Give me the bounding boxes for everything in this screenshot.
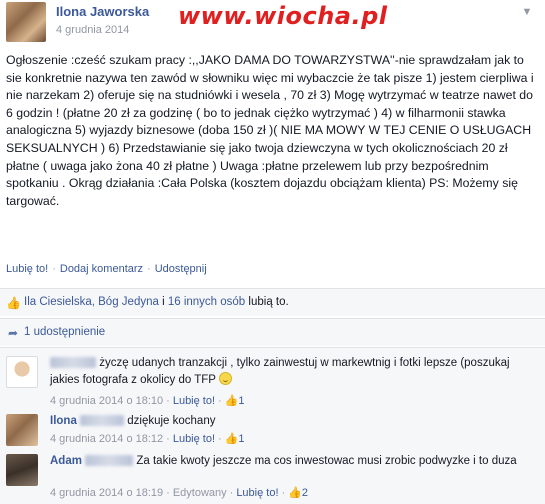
commenter-name[interactable]: Ilona [50, 415, 77, 427]
likes-conjunction: i [158, 296, 168, 308]
comment-like-count[interactable]: 1 [238, 395, 244, 407]
share-link[interactable]: Udostępnij [155, 263, 207, 275]
thumbs-up-icon: 👍 [224, 433, 239, 445]
likes-suffix: lubią to. [245, 296, 289, 308]
smiley-icon [218, 371, 232, 385]
author-avatar[interactable] [6, 2, 46, 42]
comment-text: Za takie kwoty jeszcze ma cos inwestowac… [136, 455, 517, 467]
comment-item: życzę udanych tranzakcji , tylko zainwes… [0, 356, 545, 412]
liker-names[interactable]: Ila Ciesielska, Bóg Jedyna [24, 296, 159, 308]
comment-link[interactable]: Dodaj komentarz [60, 263, 143, 275]
comment-like-link[interactable]: Lubię to! [236, 487, 278, 499]
others-link[interactable]: 16 innych osób [168, 296, 245, 308]
edited-label[interactable]: Edytowany [173, 487, 227, 499]
separator: · [52, 263, 56, 275]
comment-date[interactable]: 4 grudnia 2014 o 18:19 [50, 487, 163, 499]
author-name[interactable]: Ilona Jaworska [56, 4, 149, 19]
redacted-name [50, 357, 96, 369]
comment-text: życzę udanych tranzakcji , tylko zainwes… [50, 357, 510, 386]
thumbs-up-icon: 👍 [6, 296, 21, 310]
comment-date[interactable]: 4 grudnia 2014 o 18:10 [50, 395, 163, 407]
likes-text: Ila Ciesielska, Bóg Jedyna i 16 innych o… [24, 296, 289, 308]
commenter-name[interactable]: Adam [50, 455, 82, 467]
comment-like-link[interactable]: Lubię to! [173, 395, 215, 407]
comments-section: życzę udanych tranzakcji , tylko zainwes… [0, 347, 545, 504]
commenter-avatar[interactable] [6, 414, 38, 446]
comment-body: Adam Za takie kwoty jeszcze ma cos inwes… [50, 454, 538, 470]
comment-like-count[interactable]: 2 [302, 487, 308, 499]
commenter-avatar[interactable] [6, 356, 38, 388]
share-icon: ➦ [7, 326, 19, 340]
post-actions: Lubię to! · Dodaj komentarz · Udostępnij [6, 263, 207, 275]
site-watermark: www.wiocha.pl [178, 2, 388, 30]
post-header: Ilona Jaworska 4 grudnia 2014 www.wiocha… [0, 0, 545, 46]
commenter-avatar[interactable] [6, 454, 38, 486]
redacted-name [85, 455, 134, 467]
post-date[interactable]: 4 grudnia 2014 [56, 24, 129, 36]
comment-date[interactable]: 4 grudnia 2014 o 18:12 [50, 433, 163, 445]
thumbs-up-icon: 👍 [288, 487, 302, 499]
comment-meta: 4 grudnia 2014 o 18:12 · Lubię to! · 👍1 [50, 433, 245, 445]
separator: · [147, 263, 151, 275]
likes-summary: 👍 Ila Ciesielska, Bóg Jedyna i 16 innych… [0, 288, 545, 316]
comment-meta: 4 grudnia 2014 o 18:10 · Lubię to! · 👍1 [50, 395, 245, 407]
comment-like-link[interactable]: Lubię to! [173, 433, 215, 445]
comment-text: dziękuje kochany [127, 415, 216, 427]
post-text: Ogłoszenie :cześć szukam pracy :,,JAKO D… [6, 53, 534, 208]
comment-meta: 4 grudnia 2014 o 18:19 · Edytowany · Lubię t… [50, 487, 309, 499]
shares-summary: ➦ 1 udostępnienie [0, 318, 545, 346]
chevron-down-icon[interactable]: ▼ [519, 6, 535, 18]
comment-item: Adam Za takie kwoty jeszcze ma cos inwes… [0, 454, 545, 504]
comment-like-count[interactable]: 1 [238, 433, 244, 445]
comment-item: Ilona dziękuje kochany 4 grudnia 2014 o … [0, 414, 545, 452]
shares-link[interactable]: 1 udostępnienie [24, 326, 105, 338]
comment-body: Ilona dziękuje kochany [50, 414, 538, 430]
comment-body: życzę udanych tranzakcji , tylko zainwes… [50, 356, 538, 388]
thumbs-up-icon: 👍 [224, 395, 239, 407]
like-link[interactable]: Lubię to! [6, 263, 48, 275]
redacted-name [80, 415, 125, 427]
